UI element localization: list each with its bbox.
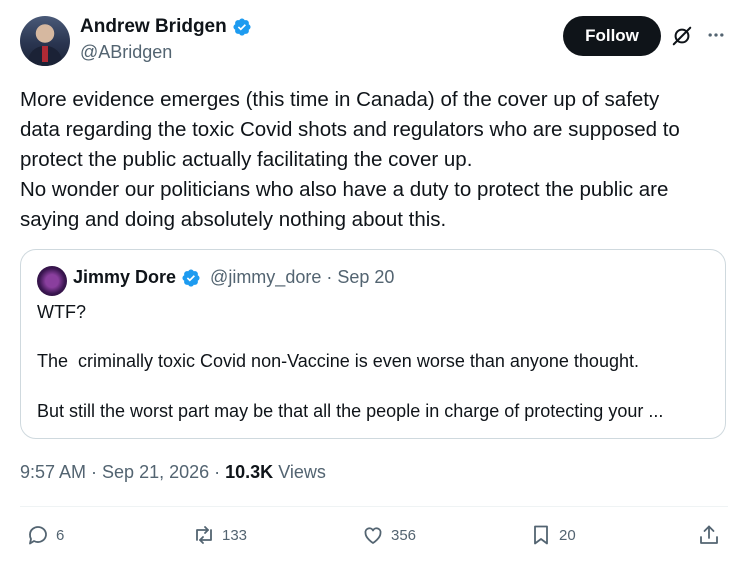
author-name-row: Andrew Bridgen — [80, 16, 252, 38]
tweet-timestamp: 9:57 AM · Sep 21, 2026 · 10.3K Views — [20, 462, 326, 483]
quoted-text-line: WTF? — [37, 302, 86, 322]
tweet-text: More evidence emerges (this time in Cana… — [20, 88, 680, 231]
bookmark-count: 20 — [559, 526, 576, 544]
quoted-header: Jimmy Dore @jimmy_dore · Sep 20 — [73, 267, 394, 288]
reply-button[interactable]: 6 — [26, 523, 64, 547]
follow-button[interactable]: Follow — [563, 16, 661, 56]
repost-count: 133 — [222, 526, 248, 544]
more-icon[interactable] — [706, 25, 726, 45]
quoted-date[interactable]: Sep 20 — [337, 267, 394, 288]
repost-button[interactable]: 133 — [192, 523, 247, 547]
grok-icon[interactable] — [671, 25, 693, 47]
quoted-author-handle[interactable]: @jimmy_dore — [210, 267, 321, 288]
quoted-author-avatar[interactable] — [37, 266, 67, 296]
author-handle[interactable]: @ABridgen — [80, 42, 172, 63]
bookmark-icon — [534, 525, 548, 545]
verified-badge-icon — [182, 268, 200, 287]
quoted-text-line: The criminally toxic Covid non-Vaccine i… — [37, 351, 639, 371]
views-label: Views — [278, 462, 326, 482]
quoted-text-line: But still the worst part may be that all… — [37, 401, 664, 421]
timestamp-text[interactable]: 9:57 AM · Sep 21, 2026 · — [20, 462, 220, 483]
repost-icon — [196, 526, 212, 544]
verified-badge-icon — [233, 18, 251, 36]
quoted-separator: · — [326, 267, 333, 287]
views-count: 10.3K — [225, 462, 274, 482]
quoted-author-name[interactable]: Jimmy Dore — [73, 267, 176, 288]
reply-icon — [29, 526, 47, 545]
share-icon — [700, 525, 718, 544]
divider — [20, 506, 728, 507]
author-avatar[interactable] — [20, 16, 70, 66]
share-button[interactable] — [697, 523, 721, 547]
like-icon — [364, 527, 382, 544]
bookmark-button[interactable]: 20 — [529, 523, 576, 547]
like-count: 356 — [391, 526, 417, 544]
like-button[interactable]: 356 — [361, 523, 416, 547]
reply-count: 6 — [56, 526, 65, 544]
quoted-tweet[interactable]: Jimmy Dore @jimmy_dore · Sep 20 WTF? The… — [20, 249, 726, 439]
author-name[interactable]: Andrew Bridgen — [80, 16, 227, 38]
